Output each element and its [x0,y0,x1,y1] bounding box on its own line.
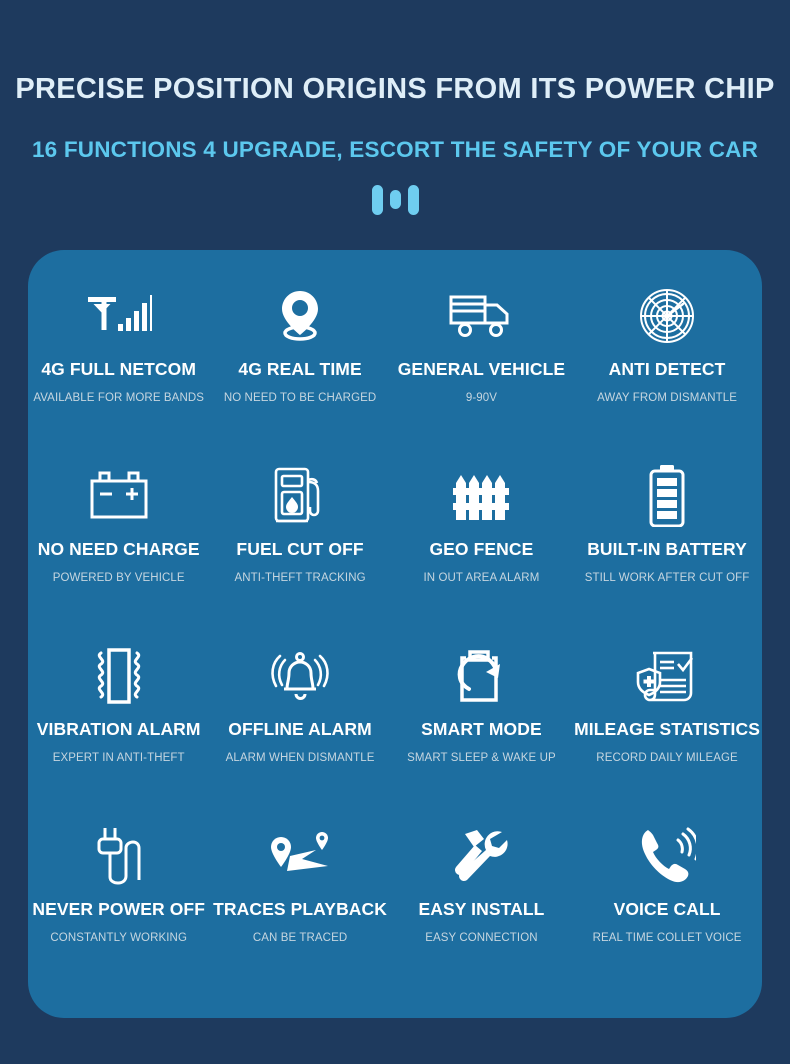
feature-item: EASY INSTALL EASY CONNECTION [391,824,572,945]
feature-subtitle: ANTI-THEFT TRACKING [234,572,366,585]
feature-item: MILEAGE STATISTICS RECORD DAILY MILEAGE [572,644,762,765]
promo-page: PRECISE POSITION ORIGINS FROM ITS POWER … [0,0,790,1064]
feature-subtitle: IN OUT AREA ALARM [423,572,540,585]
feature-subtitle: AWAY FROM DISMANTLE [597,392,738,405]
feature-item: ANTI DETECT AWAY FROM DISMANTLE [572,284,762,405]
route-track-icon [268,824,332,888]
feature-item: VOICE CALL REAL TIME COLLET VOICE [572,824,762,945]
feature-item: NO NEED CHARGE POWERED BY VEHICLE [28,464,209,585]
feature-item: GENERAL VEHICLE 9-90V [391,284,572,405]
feature-title: ANTI DETECT [608,359,726,379]
feature-title: NO NEED CHARGE [37,539,200,559]
feature-item: GEO FENCE IN OUT AREA ALARM [391,464,572,585]
feature-title: GENERAL VEHICLE [397,359,566,379]
signal-bars-icon [86,284,152,348]
feature-title: MILEAGE STATISTICS [574,719,760,739]
feature-subtitle: REAL TIME COLLET VOICE [592,932,742,945]
features-grid: 4G FULL NETCOM AVAILABLE FOR MORE BANDS … [28,284,762,1004]
fence-icon [452,464,510,528]
feature-item: OFFLINE ALARM ALARM WHEN DISMANTLE [209,644,390,765]
feature-item: TRACES PLAYBACK CAN BE TRACED [209,824,390,945]
feature-title: SMART MODE [421,719,542,739]
feature-title: FUEL CUT OFF [236,539,364,559]
feature-title: VOICE CALL [613,899,721,919]
feature-item: NEVER POWER OFF CONSTANTLY WORKING [28,824,209,945]
feature-subtitle: AVAILABLE FOR MORE BANDS [33,392,205,405]
features-card: 4G FULL NETCOM AVAILABLE FOR MORE BANDS … [28,250,762,1018]
feature-item: 4G REAL TIME NO NEED TO BE CHARGED [209,284,390,405]
feature-title: OFFLINE ALARM [228,719,372,739]
battery-icon [647,464,687,528]
page-header: PRECISE POSITION ORIGINS FROM ITS POWER … [0,0,790,215]
document-check-icon [636,644,698,708]
page-subtitle: 16 FUNCTIONS 4 UPGRADE, ESCORT THE SAFET… [31,136,759,162]
page-title: PRECISE POSITION ORIGINS FROM ITS POWER … [15,73,775,105]
feature-subtitle: POWERED BY VEHICLE [52,572,185,585]
feature-subtitle: EASY CONNECTION [425,932,538,945]
feature-subtitle: EXPERT IN ANTI-THEFT [52,752,185,765]
feature-subtitle: NO NEED TO BE CHARGED [223,392,377,405]
feature-subtitle: CONSTANTLY WORKING [50,932,187,945]
three-bar-mark-icon [367,184,423,215]
feature-item: 4G FULL NETCOM AVAILABLE FOR MORE BANDS [28,284,209,405]
feature-subtitle: ALARM WHEN DISMANTLE [225,752,375,765]
truck-icon [448,284,514,348]
ringing-bell-icon [269,644,331,708]
feature-subtitle: SMART SLEEP & WAKE UP [407,752,556,765]
feature-item: FUEL CUT OFF ANTI-THEFT TRACKING [209,464,390,585]
feature-item: BUILT-IN BATTERY STILL WORK AFTER CUT OF… [572,464,762,585]
feature-title: TRACES PLAYBACK [213,899,388,919]
feature-title: NEVER POWER OFF [32,899,205,919]
feature-subtitle: 9-90V [465,392,498,405]
radar-icon [639,284,695,348]
feature-title: GEO FENCE [429,539,534,559]
location-pin-icon [276,284,324,348]
car-battery-icon [89,464,149,528]
feature-title: BUILT-IN BATTERY [587,539,747,559]
feature-title: 4G REAL TIME [238,359,362,379]
feature-title: VIBRATION ALARM [36,719,201,739]
feature-title: EASY INSTALL [418,899,545,919]
feature-subtitle: CAN BE TRACED [252,932,348,945]
feature-subtitle: RECORD DAILY MILEAGE [596,752,738,765]
feature-subtitle: STILL WORK AFTER CUT OFF [584,572,750,585]
feature-item: SMART MODE SMART SLEEP & WAKE UP [391,644,572,765]
clipboard-refresh-icon [452,644,510,708]
tools-icon [452,824,510,888]
phone-call-icon [638,824,697,888]
power-plug-icon [92,824,146,888]
fuel-pump-icon [271,464,329,528]
feature-title: 4G FULL NETCOM [41,359,197,379]
vibration-icon [87,644,151,708]
feature-item: VIBRATION ALARM EXPERT IN ANTI-THEFT [28,644,209,765]
